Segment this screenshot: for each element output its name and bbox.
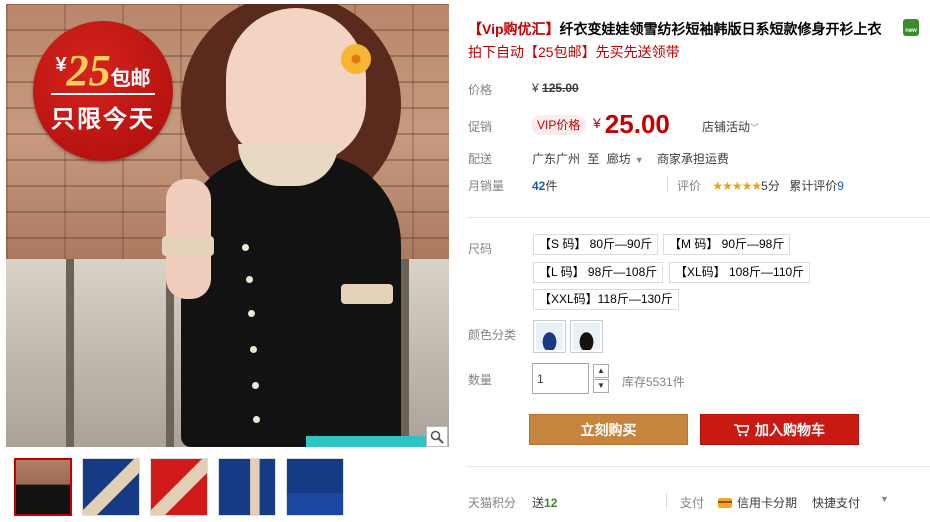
original-price-currency: ¥ — [532, 81, 539, 95]
original-price-value: 125.00 — [542, 81, 579, 95]
vip-price-tag: VIP价格 — [531, 115, 587, 135]
shop-activity-label: 店铺活动 — [702, 120, 751, 134]
quantity-increase-button[interactable]: ▲ — [593, 364, 609, 378]
section-divider — [466, 466, 930, 467]
title-vip-tag: 【Vip购优汇】 — [468, 21, 560, 37]
thumbnail-2[interactable] — [82, 458, 140, 516]
rating-summary: 评价 ★★★★★5分 累计评价9 — [677, 177, 844, 194]
size-option-s[interactable]: 【S 码】 80斤—90斤 — [533, 234, 659, 255]
sleeve-cuff — [341, 284, 393, 304]
thumbnail-strip — [14, 458, 344, 516]
add-to-cart-label: 加入购物车 — [755, 422, 825, 438]
divider — [666, 493, 667, 509]
points-info: 送12 — [532, 494, 557, 511]
size-label: 尺码 — [468, 242, 493, 256]
title-text: 纤衣变娃娃领雪纺衫短袖韩版日系短款修身开衫上衣 — [559, 21, 882, 37]
monthly-sales-unit: 件 — [545, 179, 558, 193]
quick-pay[interactable]: 快捷支付 — [812, 494, 860, 511]
ship-to-word: 至 — [587, 152, 600, 166]
caret-down-icon[interactable]: ▼ — [880, 494, 889, 504]
credit-card-label: 信用卡分期 — [737, 496, 798, 510]
thumbnail-3[interactable] — [150, 458, 208, 516]
credit-card-icon — [718, 498, 732, 508]
rating-label: 评价 — [677, 179, 702, 193]
main-product-image[interactable]: ¥25包邮 只限今天 — [6, 4, 449, 447]
promo-label: 促销 — [468, 120, 493, 134]
product-subtitle: 拍下自动【25包邮】先买先送领带 — [468, 44, 680, 60]
color-swatch-black[interactable] — [570, 320, 603, 353]
chevron-down-icon: ﹀ — [750, 123, 760, 133]
caret-down-icon[interactable]: ▼ — [635, 155, 644, 165]
ship-destination[interactable]: 廊坊 — [607, 152, 631, 166]
reviews-text: 累计评价 — [789, 179, 838, 193]
color-label: 颜色分类 — [468, 328, 517, 342]
reviews-link[interactable]: 累计评价9 — [789, 179, 844, 193]
promo-price-value: 25.00 — [604, 109, 670, 139]
size-option-xxl[interactable]: 【XXL码】118斤—130斤 — [533, 289, 679, 310]
model-face — [226, 8, 366, 163]
original-price: ¥ 125.00 — [532, 81, 579, 95]
thumbnail-4[interactable] — [218, 458, 276, 516]
promo-badge: ¥25包邮 只限今天 — [33, 21, 173, 161]
shipping-info: 广东广州 至 廊坊 ▼ 商家承担运费 — [532, 150, 729, 167]
section-divider — [466, 217, 930, 218]
buy-now-button[interactable]: 立刻购买 — [529, 414, 688, 445]
product-title: 【Vip购优汇】纤衣变娃娃领雪纺衫短袖韩版日系短款修身开衫上衣 — [468, 19, 882, 39]
reviews-count: 9 — [837, 179, 844, 193]
monthly-sales-count: 42 — [532, 179, 546, 193]
promo-price-currency: ¥ — [593, 115, 601, 131]
quantity-label: 数量 — [468, 373, 493, 387]
payment-label: 支付 — [680, 496, 705, 510]
badge-divider — [51, 93, 155, 95]
size-option-m[interactable]: 【M 码】 90斤—98斤 — [663, 234, 791, 255]
ship-from: 广东广州 — [532, 152, 581, 166]
color-swatch-navy[interactable] — [533, 320, 566, 353]
quantity-input[interactable] — [532, 363, 589, 394]
shop-activity-dropdown[interactable]: 店铺活动﹀ — [702, 118, 759, 135]
points-label: 天猫积分 — [468, 496, 517, 510]
badge-amount: 25 — [66, 46, 111, 95]
monthly-sales: 42件 — [532, 177, 557, 194]
star-rating-icon: ★★★★★ — [712, 179, 762, 193]
size-option-l[interactable]: 【L 码】 98斤—108斤 — [533, 262, 664, 283]
badge-today-only: 只限今天 — [51, 106, 155, 133]
points-give: 送 — [532, 496, 545, 510]
shipping-label: 配送 — [468, 152, 493, 166]
promo-price: ¥25.00 — [593, 109, 670, 140]
mint-skirt — [306, 436, 426, 447]
rating-score: 5分 — [761, 179, 780, 193]
monthly-sales-label: 月销量 — [468, 179, 505, 193]
credit-card-installment[interactable]: 信用卡分期 — [718, 494, 797, 511]
sleeve-cuff — [162, 236, 214, 256]
price-label: 价格 — [468, 83, 493, 97]
size-option-xl[interactable]: 【XL码】 108斤—110斤 — [669, 262, 811, 283]
thumbnail-5[interactable] — [286, 458, 344, 516]
ship-note: 商家承担运费 — [657, 152, 730, 166]
cart-icon — [734, 424, 749, 437]
buy-now-label: 立刻购买 — [580, 422, 637, 438]
new-icon: new — [903, 19, 919, 36]
quantity-decrease-button[interactable]: ▼ — [593, 379, 609, 393]
badge-free-shipping: 包邮 — [110, 68, 151, 90]
thumbnail-1[interactable] — [14, 458, 72, 516]
divider — [667, 176, 668, 192]
badge-yen: ¥ — [55, 54, 67, 76]
stock-info: 库存5531件 — [622, 375, 685, 389]
hair-flower — [341, 44, 371, 74]
magnifier-icon[interactable] — [426, 426, 448, 447]
points-value: 12 — [544, 496, 558, 510]
add-to-cart-button[interactable]: 加入购物车 — [700, 414, 859, 445]
